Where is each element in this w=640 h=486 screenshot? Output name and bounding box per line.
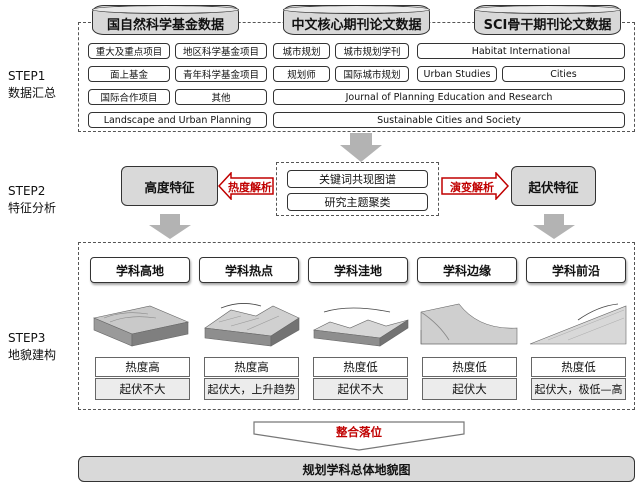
- evolution-analysis-label: 演变解析: [450, 181, 494, 194]
- source-nsfc: 国自然科学基金数据: [92, 5, 239, 35]
- category-hotspot: 学科热点: [199, 257, 299, 283]
- source-cn-core-label: 中文核心期刊论文数据: [291, 17, 422, 33]
- source-sci-label: SCI骨干期刊论文数据: [483, 17, 612, 33]
- step3-label: STEP3 地貌建构: [8, 330, 56, 364]
- arrow-down-1-icon: [340, 133, 382, 162]
- item-intl-urban-planning: 国际城市规划: [335, 66, 409, 82]
- terrain-hotspot-icon: [204, 303, 300, 347]
- step1-subtitle: 数据汇总: [8, 86, 57, 100]
- relief-feature: 起伏特征: [511, 166, 596, 206]
- item-urban-planning: 城市规划: [273, 43, 330, 59]
- item-planners: 规划师: [273, 66, 330, 82]
- heat-highland: 热度高: [95, 357, 190, 377]
- item-other: 其他: [175, 89, 267, 105]
- relief-hotspot: 起伏大，上升趋势: [204, 378, 299, 400]
- item-cities: Cities: [502, 66, 625, 82]
- step1-label: STEP1 数据汇总: [8, 68, 56, 102]
- relief-edge: 起伏大: [422, 378, 517, 400]
- terrain-frontier-icon: [529, 303, 627, 345]
- source-cn-core: 中文核心期刊论文数据: [283, 5, 430, 35]
- terrain-lowland-icon: [312, 307, 409, 347]
- category-highland: 学科高地: [90, 257, 190, 283]
- terrain-highland-icon: [93, 305, 189, 347]
- item-jper: Journal of Planning Education and Resear…: [273, 89, 625, 105]
- item-habitat-international: Habitat International: [417, 43, 625, 59]
- category-lowland: 学科洼地: [308, 257, 408, 283]
- step2-subtitle: 特征分析: [8, 201, 57, 215]
- source-sci: SCI骨干期刊论文数据: [474, 5, 621, 35]
- item-urban-studies: Urban Studies: [417, 66, 497, 82]
- terrain-edge-icon: [420, 303, 518, 345]
- category-edge: 学科边缘: [417, 257, 517, 283]
- relief-highland: 起伏不大: [95, 378, 190, 400]
- arrow-down-3-icon: [533, 214, 575, 239]
- category-frontier: 学科前沿: [526, 257, 626, 283]
- relief-lowland: 起伏不大: [313, 378, 408, 400]
- item-youth-fund: 青年科学基金项目: [175, 66, 267, 82]
- item-intl-cooperation: 国际合作项目: [88, 89, 170, 105]
- relief-frontier: 起伏大，极低—高: [531, 378, 626, 400]
- topic-clustering: 研究主题聚类: [287, 193, 428, 211]
- heat-analysis-label: 热度解析: [228, 181, 272, 194]
- height-feature: 高度特征: [121, 166, 218, 206]
- step3-title: STEP3: [8, 331, 46, 345]
- keyword-cooccurrence: 关键词共现图谱: [287, 170, 428, 188]
- item-regional-fund: 地区科学基金项目: [175, 43, 267, 59]
- integrate-label: 整合落位: [336, 425, 382, 439]
- item-landscape-urban-planning: Landscape and Urban Planning: [88, 112, 267, 128]
- heat-lowland: 热度低: [313, 357, 408, 377]
- step2-title: STEP2: [8, 184, 46, 198]
- final-map: 规划学科总体地貌图: [78, 456, 635, 482]
- item-sustainable-cities: Sustainable Cities and Society: [273, 112, 625, 128]
- step1-title: STEP1: [8, 69, 46, 83]
- item-urban-planning-forum: 城市规划学刊: [335, 43, 409, 59]
- heat-frontier: 热度低: [531, 357, 626, 377]
- arrow-down-2-icon: [149, 214, 191, 239]
- step3-subtitle: 地貌建构: [8, 348, 57, 362]
- source-nsfc-label: 国自然科学基金数据: [106, 17, 224, 33]
- heat-edge: 热度低: [422, 357, 517, 377]
- item-major-project: 重大及重点项目: [88, 43, 170, 59]
- heat-hotspot: 热度高: [204, 357, 299, 377]
- item-general-fund: 面上基金: [88, 66, 170, 82]
- step2-label: STEP2 特征分析: [8, 183, 56, 217]
